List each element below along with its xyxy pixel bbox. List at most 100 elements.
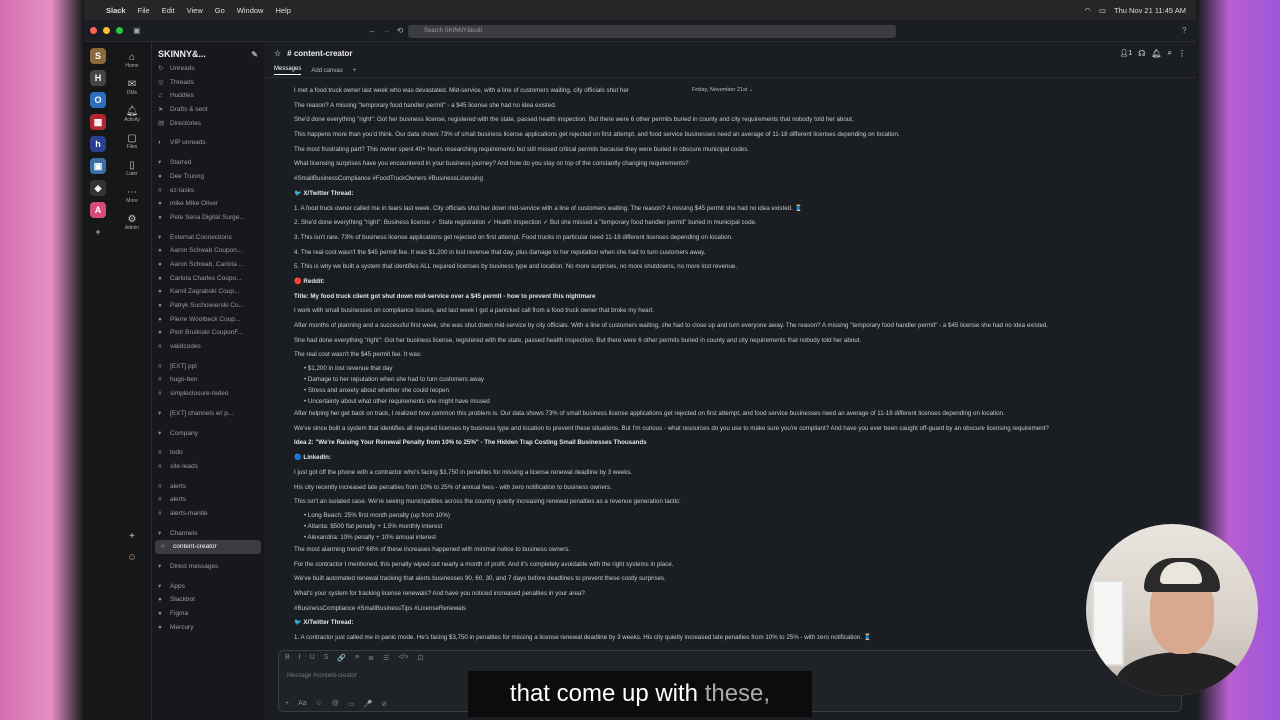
menu-go[interactable]: Go (215, 6, 225, 15)
workspace-icon[interactable]: h (90, 136, 106, 152)
composer-action-button[interactable]: ▭ (348, 700, 355, 708)
nav-files[interactable]: ▢ Files (112, 133, 152, 150)
sidebar-item[interactable]: ▾ Apps (152, 580, 264, 594)
format-button[interactable]: ≣ (368, 654, 374, 664)
workspace-icon[interactable]: S (90, 48, 106, 64)
format-button[interactable]: B (285, 654, 290, 664)
bell-icon[interactable]: 🔔︎ (1151, 49, 1161, 58)
sidebar-item[interactable]: ● Figma (152, 607, 264, 621)
tab-add-canvas[interactable]: Add canvas (311, 68, 342, 74)
sidebar-item[interactable]: # alerts (152, 480, 264, 494)
search-icon[interactable]: ⌕ (1168, 48, 1172, 58)
close-window-button[interactable] (90, 27, 97, 34)
workspace-name[interactable]: SKINNY&... ✎ (152, 46, 264, 62)
format-button[interactable]: I (299, 654, 301, 664)
sidebar-item[interactable]: ♫ Huddles (152, 89, 264, 103)
workspace-icon[interactable]: ▣ (90, 158, 106, 174)
workspace-icon[interactable]: O (90, 92, 106, 108)
sidebar-item[interactable]: ▤ Directories (152, 117, 264, 131)
tab-messages[interactable]: Messages (274, 66, 302, 75)
sidebar-item[interactable]: ● Piotr Brulinski CouponF... (152, 326, 264, 340)
workspace-icon[interactable]: ◈ (90, 180, 106, 196)
composer-action-button[interactable]: @ (332, 700, 339, 708)
avatar[interactable]: ☺ (112, 552, 152, 563)
workspace-icon[interactable]: A (90, 202, 106, 218)
workspace-icon[interactable]: H (90, 70, 106, 86)
sidebar-item[interactable]: ● Carlota Charles Coupo... (152, 272, 264, 286)
nav-dms[interactable]: ✉ DMs (112, 79, 152, 96)
app-menu[interactable]: Slack (106, 6, 126, 15)
sidebar-item[interactable]: ● Mercury (152, 621, 264, 635)
composer-action-button[interactable]: 🎤 (364, 700, 373, 708)
format-button[interactable]: ⊡ (417, 654, 423, 664)
sidebar-item[interactable]: # simpleclosure-redeo (152, 387, 264, 401)
wifi-icon[interactable]: ◠ (1084, 6, 1091, 15)
nav-admin[interactable]: ⚙ Admin (112, 214, 152, 231)
more-icon[interactable]: ⋮ (1178, 49, 1186, 58)
sidebar-item[interactable]: ● Dee Truong (152, 170, 264, 184)
composer-action-button[interactable]: ☺ (316, 700, 323, 708)
composer-action-button[interactable]: + (285, 700, 289, 708)
sidebar-item[interactable]: ▾ External Connections (152, 231, 264, 245)
sidebar-item[interactable]: ● Patryk Suchowierski Co... (152, 299, 264, 313)
compose-icon[interactable]: ✎ (251, 50, 258, 59)
format-button[interactable]: </> (398, 654, 408, 664)
nav-activity[interactable]: 🔔︎ Activity (112, 106, 152, 123)
help-icon[interactable]: ? (1182, 26, 1186, 35)
history-icon[interactable]: ⟲ (397, 26, 404, 35)
tab-add[interactable]: + (353, 68, 357, 74)
forward-arrow-icon[interactable]: → (383, 26, 391, 35)
workspace-icon[interactable]: ▦ (90, 114, 106, 130)
huddle-icon[interactable]: ☊ (1138, 49, 1145, 58)
sidebar-item[interactable]: # [EXT] ppl (152, 360, 264, 374)
sidebar-item[interactable]: # content-creator (155, 540, 261, 554)
clock[interactable]: Thu Nov 21 11:45 AM (1114, 6, 1186, 15)
composer-action-button[interactable]: ⊘ (381, 700, 387, 708)
sidebar-item[interactable]: ◎ Threads (152, 76, 264, 90)
menu-edit[interactable]: Edit (162, 6, 175, 15)
zoom-window-button[interactable] (116, 27, 123, 34)
sidebar-item[interactable]: # site-leads (152, 460, 264, 474)
menu-file[interactable]: File (138, 6, 150, 15)
sidebar-item[interactable]: # validcodes (152, 340, 264, 354)
sidebar-item[interactable]: ▾ [EXT] channels w/ p... (152, 407, 264, 421)
format-button[interactable]: U (310, 654, 315, 664)
sidebar-item[interactable]: # alerts (152, 493, 264, 507)
format-button[interactable]: S (324, 654, 329, 664)
add-button[interactable]: + (112, 531, 152, 542)
sidebar-item[interactable]: ● Pete Sena Digital Surge... (152, 211, 264, 225)
format-button[interactable]: ≡ (355, 654, 359, 664)
composer-action-button[interactable]: Aa (298, 700, 307, 708)
sidebar-item[interactable]: ● Aaron Schwab Coupon... (152, 244, 264, 258)
menu-window[interactable]: Window (237, 6, 264, 15)
sidebar-item[interactable]: ▾ Direct messages (152, 560, 264, 574)
back-arrow-icon[interactable]: ← (369, 26, 377, 35)
sidebar-item[interactable]: ▾ Company (152, 427, 264, 441)
sidebar-item[interactable]: # ez-tasks (152, 184, 264, 198)
add-workspace-icon[interactable]: + (90, 224, 106, 240)
format-button[interactable]: ☰ (383, 654, 389, 664)
channel-title[interactable]: # content-creator (287, 49, 352, 58)
members-button[interactable]: 👤︎1 (1119, 49, 1132, 57)
sidebar-item[interactable]: ▾ Channels (152, 527, 264, 541)
sidebar-item[interactable]: ● Kamil Zagrabski Coup... (152, 285, 264, 299)
sidebar-item[interactable]: ● Slackbot (152, 593, 264, 607)
sidebar-item[interactable]: # hugo-ben (152, 373, 264, 387)
sidebar-item[interactable]: ● mike Mike Oliver (152, 197, 264, 211)
menu-help[interactable]: Help (275, 6, 290, 15)
nav-home[interactable]: ⌂ Home (112, 52, 152, 69)
sidebar-toggle-icon[interactable]: ▣ (133, 26, 141, 35)
search-input[interactable]: Search SKINNY&built (408, 25, 896, 38)
battery-icon[interactable]: ▭ (1099, 6, 1106, 15)
sidebar-item[interactable]: ▾ Starred (152, 156, 264, 170)
sidebar-item[interactable]: # todo (152, 446, 264, 460)
sidebar-item[interactable]: # alerts-mantle (152, 507, 264, 521)
format-button[interactable]: 🔗 (337, 654, 346, 664)
sidebar-item[interactable]: ➤ Drafts & sent (152, 103, 264, 117)
sidebar-item[interactable]: ◐ VIP unreads (152, 136, 264, 150)
nav-later[interactable]: ▯ Later (112, 160, 152, 177)
sidebar-item[interactable]: ↻ Unreads (152, 62, 264, 76)
sidebar-item[interactable]: ● Aaron Schwab, Carlota ... (152, 258, 264, 272)
menu-view[interactable]: View (187, 6, 203, 15)
nav-more[interactable]: ⋯ More (112, 187, 152, 204)
